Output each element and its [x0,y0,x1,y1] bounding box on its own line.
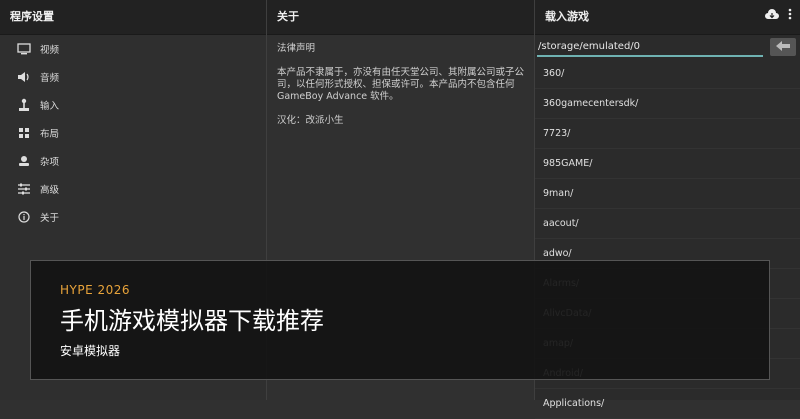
joystick-icon [16,97,32,113]
menu-item-advanced[interactable]: 高级 [0,175,266,203]
about-title: 关于 [267,0,534,35]
menu-item-misc[interactable]: 杂项 [0,147,266,175]
overlay-tag: HYPE 2026 [60,283,131,297]
menu-item-about[interactable]: 关于 [0,203,266,231]
monitor-icon [16,41,32,57]
menu-item-input[interactable]: 输入 [0,91,266,119]
menu-item-label: 关于 [40,213,60,224]
file-item[interactable]: 7723/ [535,119,800,149]
overlay-subtitle: 安卓模拟器 [60,344,121,358]
overlay-title: 手机游戏模拟器下载推荐 [60,307,324,335]
menu-item-label: 视频 [40,45,60,56]
person-icon [16,153,32,169]
back-arrow-icon [776,40,790,54]
menu-item-label: 输入 [40,101,60,112]
menu-item-layout[interactable]: 布局 [0,119,266,147]
speaker-icon [16,69,32,85]
menu-item-label: 音频 [40,73,60,84]
info-icon [16,209,32,225]
about-content: 法律声明 本产品不隶属于，亦没有由任天堂公司、其附属公司或子公司，以任何形式授权… [267,35,534,147]
cloud-download-icon[interactable] [764,0,780,34]
grid-icon [16,125,32,141]
file-item[interactable]: aacout/ [535,209,800,239]
settings-title: 程序设置 [0,0,266,35]
legal-heading: 法律声明 [277,43,316,54]
path-input[interactable]: /storage/emulated/0 [537,37,763,57]
path-row: /storage/emulated/0 [535,35,800,59]
credit-text: 汉化：改派小生 [277,115,344,126]
sliders-icon [16,181,32,197]
load-game-title: 载入游戏 [545,10,589,23]
menu-item-label: 杂项 [40,157,60,168]
file-item[interactable]: 360/ [535,59,800,89]
promo-overlay: HYPE 2026 手机游戏模拟器下载推荐 安卓模拟器 [30,260,770,380]
file-item[interactable]: 360gamecentersdk/ [535,89,800,119]
menu-item-label: 布局 [40,129,60,140]
file-item[interactable]: 9man/ [535,179,800,209]
menu-item-label: 高级 [40,185,60,196]
back-button[interactable] [770,38,796,56]
menu-item-video[interactable]: 视频 [0,35,266,63]
file-item[interactable]: 985GAME/ [535,149,800,179]
legal-text: 本产品不隶属于，亦没有由任天堂公司、其附属公司或子公司，以任何形式授权、担保或许… [277,67,525,102]
menu-item-audio[interactable]: 音频 [0,63,266,91]
load-game-header: 载入游戏 [535,0,800,35]
settings-menu: 视频 音频 输入 布局 杂项 高级 关于 [0,35,266,231]
overflow-menu-icon[interactable] [788,0,792,34]
file-item[interactable]: Applications/ [535,389,800,419]
